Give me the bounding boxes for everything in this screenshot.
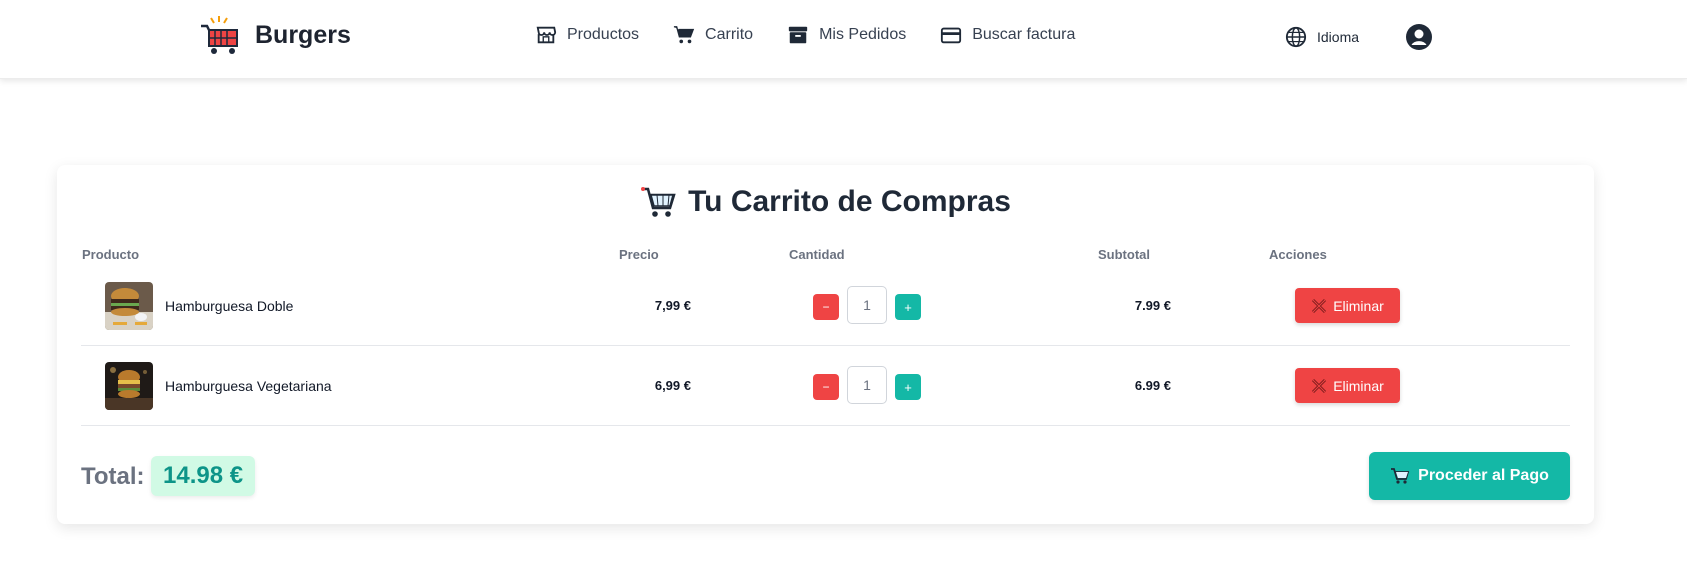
product-subtotal: 6.99 €: [1134, 378, 1171, 393]
quantity-input[interactable]: 1: [847, 366, 887, 404]
user-account-icon[interactable]: [1405, 23, 1433, 51]
total-badge: 14.98 €: [151, 456, 256, 496]
nav-label: Carrito: [705, 26, 754, 43]
table-row: Hamburguesa Vegetariana 6,99 € − 1 + 6.9…: [81, 346, 1570, 426]
decrease-quantity-button[interactable]: −: [813, 374, 839, 400]
column-header-subtotal: Subtotal: [1098, 247, 1150, 262]
column-header-product: Producto: [82, 247, 140, 262]
quantity-input[interactable]: 1: [847, 286, 887, 324]
nav-item-buscar-factura[interactable]: Buscar factura: [940, 24, 1075, 46]
nav-label: Mis Pedidos: [819, 26, 907, 43]
product-price: 7,99 €: [654, 298, 691, 313]
main-nav: Productos Carrito Mis Pedidos Buscar fac…: [535, 24, 1109, 46]
table-row: Hamburguesa Doble 7,99 € − 1 + 7.99 € El…: [81, 266, 1570, 346]
shopping-basket-logo-icon: [201, 16, 238, 54]
total-label: Total:: [81, 463, 145, 490]
product-subtotal: 7.99 €: [1134, 298, 1171, 313]
shopping-cart-icon: [1391, 468, 1410, 484]
shopping-cart-icon: [641, 187, 676, 217]
decrease-quantity-button[interactable]: −: [813, 294, 839, 320]
nav-label: Buscar factura: [972, 26, 1076, 43]
language-selector[interactable]: Idioma: [1285, 26, 1359, 48]
nav-item-carrito[interactable]: Carrito: [673, 24, 753, 46]
checkout-label: Proceder al Pago: [1418, 467, 1549, 484]
cart-title-wrap: Tu Carrito de Compras: [57, 185, 1594, 219]
brand-name: Burgers: [255, 20, 351, 49]
cart-card: Tu Carrito de Compras Producto Precio Ca…: [57, 165, 1594, 524]
column-header-price: Precio: [619, 247, 659, 262]
column-header-actions: Acciones: [1269, 247, 1327, 262]
increase-quantity-button[interactable]: +: [895, 374, 921, 400]
nav-item-mis-pedidos[interactable]: Mis Pedidos: [787, 24, 906, 46]
product-price: 6,99 €: [654, 378, 691, 393]
total-value: 14.98 €: [163, 462, 244, 489]
delete-label: Eliminar: [1333, 377, 1384, 394]
store-icon: [536, 26, 557, 44]
delete-item-button[interactable]: Eliminar: [1295, 288, 1400, 323]
globe-icon: [1285, 26, 1307, 48]
delete-item-button[interactable]: Eliminar: [1295, 368, 1400, 403]
archive-icon: [788, 26, 808, 44]
top-navbar: Burgers Productos Carrito Mis Pedidos Bu…: [0, 0, 1687, 79]
language-label: Idioma: [1317, 29, 1360, 45]
close-icon: [1312, 378, 1327, 393]
product-name: Hamburguesa Doble: [165, 298, 294, 314]
delete-label: Eliminar: [1333, 297, 1384, 314]
page-title: Tu Carrito de Compras: [688, 185, 1011, 218]
nav-item-productos[interactable]: Productos: [535, 24, 639, 46]
cart-icon: [673, 26, 695, 44]
checkout-button[interactable]: Proceder al Pago: [1369, 452, 1570, 500]
nav-label: Productos: [567, 26, 640, 43]
credit-card-icon: [941, 27, 962, 44]
close-icon: [1312, 298, 1327, 313]
increase-quantity-button[interactable]: +: [895, 294, 921, 320]
product-name: Hamburguesa Vegetariana: [165, 378, 332, 394]
column-header-quantity: Cantidad: [789, 247, 845, 262]
brand[interactable]: Burgers: [199, 14, 351, 56]
product-image: [105, 362, 153, 410]
product-image: [105, 282, 153, 330]
